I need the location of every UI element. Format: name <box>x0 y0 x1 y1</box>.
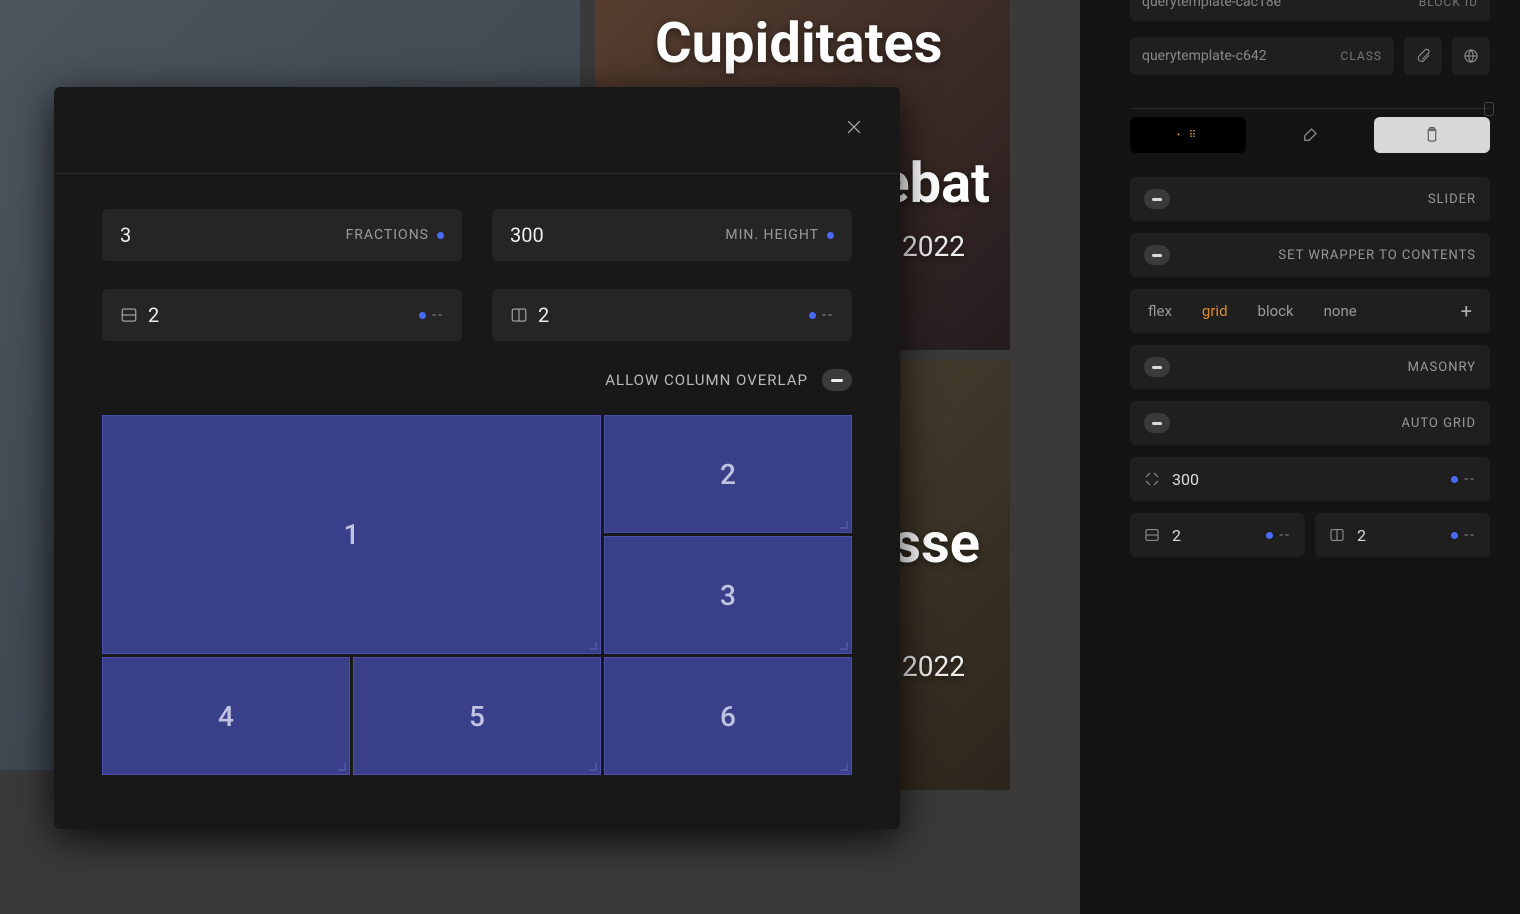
control-label: SLIDER <box>1428 192 1476 207</box>
tab-clipboard[interactable] <box>1374 117 1490 153</box>
post-title: Cupiditates <box>655 10 943 76</box>
unit-dash: -- <box>822 307 834 323</box>
col-gap-input-sidebar[interactable]: 2 -- <box>1315 513 1490 557</box>
input-value: 300 <box>1172 470 1199 489</box>
brush-icon <box>1301 126 1319 144</box>
resize-handle-icon[interactable] <box>338 763 346 771</box>
modified-dot-icon <box>1451 532 1458 539</box>
grid-preview: 1 2 3 4 5 6 <box>102 415 852 775</box>
autogrid-toggle[interactable]: AUTO GRID <box>1130 401 1490 445</box>
columns-icon <box>510 306 528 324</box>
post-date: , 2022 <box>890 230 965 263</box>
resize-handle-icon[interactable] <box>840 642 848 650</box>
modified-dot-icon <box>1451 476 1458 483</box>
unit-dash: -- <box>1279 527 1291 543</box>
row-gap-input[interactable]: 2 -- <box>102 289 462 341</box>
field-label: CLASS <box>1341 49 1382 63</box>
grid-cell-5[interactable]: 5 <box>353 657 601 775</box>
block-id-field[interactable]: querytemplate-cac18e BLOCK ID <box>1130 0 1490 21</box>
display-mode-selector[interactable]: flex grid block none + <box>1130 289 1490 333</box>
column-gap-input[interactable]: 2 -- <box>492 289 852 341</box>
input-value: 2 <box>1357 526 1366 545</box>
input-label: FRACTIONS <box>346 227 429 243</box>
divider <box>54 173 900 174</box>
modified-dot-icon <box>437 232 444 239</box>
resize-handle-icon[interactable] <box>589 763 597 771</box>
input-value: 2 <box>148 303 159 327</box>
input-value: 2 <box>1172 526 1181 545</box>
masonry-toggle[interactable]: MASONRY <box>1130 345 1490 389</box>
input-value: 300 <box>510 223 544 247</box>
toggle-icon <box>1144 413 1170 433</box>
properties-sidebar: querytemplate-cac18e BLOCK ID querytempl… <box>1080 0 1520 914</box>
modified-dot-icon <box>827 232 834 239</box>
rows-icon <box>120 306 138 324</box>
close-button[interactable] <box>838 111 870 143</box>
globe-icon <box>1463 48 1479 64</box>
post-title-fragment: sse <box>892 510 980 576</box>
control-label: MASONRY <box>1408 360 1476 375</box>
display-option-flex[interactable]: flex <box>1148 302 1172 320</box>
display-option-block[interactable]: block <box>1258 302 1294 320</box>
slider-toggle[interactable]: SLIDER <box>1130 177 1490 221</box>
modified-dot-icon <box>419 312 426 319</box>
field-value: querytemplate-c642 <box>1142 48 1267 64</box>
grid-layout-modal: 3 FRACTIONS 300 MIN. HEIGHT 2 -- <box>54 87 900 829</box>
display-option-none[interactable]: none <box>1324 302 1357 320</box>
resize-handle-icon[interactable] <box>840 763 848 771</box>
grid-cell-3[interactable]: 3 <box>604 536 852 654</box>
modified-dot-icon <box>809 312 816 319</box>
overlap-label: ALLOW COLUMN OVERLAP <box>605 371 808 389</box>
add-display-option[interactable]: + <box>1461 299 1472 323</box>
grid-cell-4[interactable]: 4 <box>102 657 350 775</box>
wrapper-toggle[interactable]: SET WRAPPER TO CONTENTS <box>1130 233 1490 277</box>
tab-layout[interactable]: • ⠿ <box>1130 117 1246 153</box>
resize-handle-icon[interactable] <box>589 642 597 650</box>
columns-icon <box>1329 527 1345 543</box>
clipboard-icon <box>1423 126 1441 144</box>
toggle-icon <box>1144 357 1170 377</box>
field-label: BLOCK ID <box>1419 0 1478 9</box>
grid-cell-6[interactable]: 6 <box>604 657 852 775</box>
field-value: querytemplate-cac18e <box>1142 0 1281 10</box>
rows-icon <box>1144 527 1160 543</box>
control-label: AUTO GRID <box>1402 416 1476 431</box>
unit-dash: -- <box>432 307 444 323</box>
min-height-input[interactable]: 300 MIN. HEIGHT <box>492 209 852 261</box>
input-value: 2 <box>538 303 549 327</box>
min-width-input[interactable]: 300 -- <box>1130 457 1490 501</box>
overlap-toggle[interactable] <box>822 369 852 391</box>
post-date: , 2022 <box>890 650 965 683</box>
class-field[interactable]: querytemplate-c642 CLASS <box>1130 37 1394 75</box>
unit-dash: -- <box>1464 471 1476 487</box>
unit-dash: -- <box>1464 527 1476 543</box>
divider <box>1130 108 1490 109</box>
grid-dots-icon: • ⠿ <box>1177 130 1199 141</box>
input-label: MIN. HEIGHT <box>725 227 819 243</box>
toggle-icon <box>1144 189 1170 209</box>
grid-cell-1[interactable]: 1 <box>102 415 601 654</box>
tab-style[interactable] <box>1252 117 1368 153</box>
toggle-icon <box>1144 245 1170 265</box>
grid-cell-2[interactable]: 2 <box>604 415 852 533</box>
attach-button[interactable] <box>1404 37 1442 75</box>
control-label: SET WRAPPER TO CONTENTS <box>1278 248 1476 263</box>
display-option-grid[interactable]: grid <box>1202 302 1228 320</box>
global-button[interactable] <box>1452 37 1490 75</box>
paperclip-icon <box>1415 48 1431 64</box>
input-value: 3 <box>120 223 131 247</box>
resize-handle-icon[interactable] <box>840 521 848 529</box>
modified-dot-icon <box>1266 532 1273 539</box>
collapse-icon <box>1144 471 1160 487</box>
fractions-input[interactable]: 3 FRACTIONS <box>102 209 462 261</box>
close-icon <box>844 117 864 137</box>
row-gap-input-sidebar[interactable]: 2 -- <box>1130 513 1305 557</box>
